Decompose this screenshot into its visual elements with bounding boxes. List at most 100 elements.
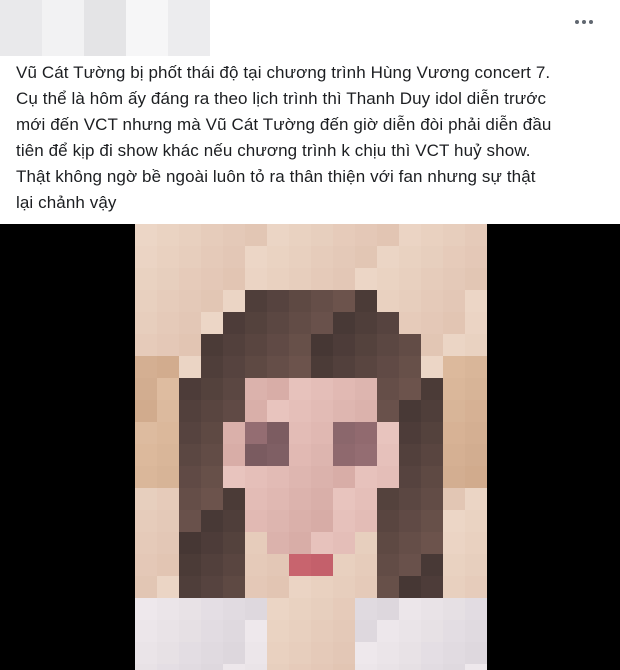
mosaic-pixel: [443, 488, 465, 510]
mosaic-pixel: [421, 642, 443, 664]
mosaic-pixel: [267, 642, 289, 664]
mosaic-pixel: [443, 444, 465, 466]
post-video[interactable]: [0, 224, 620, 670]
mosaic-pixel: [421, 334, 443, 356]
mosaic-pixel: [201, 532, 223, 554]
mosaic-pixel: [267, 554, 289, 576]
mosaic-pixel: [399, 488, 421, 510]
mosaic-pixel: [465, 598, 487, 620]
mosaic-pixel: [355, 290, 377, 312]
mosaic-pixel: [465, 642, 487, 664]
mosaic-pixel: [355, 224, 377, 246]
mosaic-pixel: [135, 246, 157, 268]
mosaic-pixel: [311, 400, 333, 422]
mosaic-pixel: [267, 664, 289, 670]
mosaic-pixel: [377, 422, 399, 444]
more-options-button[interactable]: [570, 12, 598, 32]
mosaic-pixel: [465, 268, 487, 290]
mosaic-pixel: [355, 400, 377, 422]
mosaic-pixel: [311, 224, 333, 246]
mosaic-pixel: [399, 620, 421, 642]
mosaic-pixel: [135, 290, 157, 312]
mosaic-pixel: [399, 554, 421, 576]
mosaic-pixel: [135, 224, 157, 246]
mosaic-pixel: [355, 532, 377, 554]
mosaic-pixel: [179, 642, 201, 664]
mosaic-pixel: [333, 246, 355, 268]
mosaic-pixel: [289, 598, 311, 620]
facebook-post: Vũ Cát Tường bị phốt thái độ tại chương …: [0, 0, 620, 670]
mosaic-pixel: [179, 576, 201, 598]
pixelated-video-frame: [135, 224, 487, 670]
mosaic-pixel: [465, 422, 487, 444]
mosaic-pixel: [465, 246, 487, 268]
mosaic-pixel: [355, 510, 377, 532]
mosaic-pixel: [289, 642, 311, 664]
mosaic-pixel: [245, 532, 267, 554]
mosaic-pixel: [201, 400, 223, 422]
mosaic-pixel: [311, 290, 333, 312]
mosaic-pixel: [311, 664, 333, 670]
mosaic-pixel: [289, 246, 311, 268]
mosaic-pixel: [355, 422, 377, 444]
mosaic-pixel: [311, 554, 333, 576]
post-text: Vũ Cát Tường bị phốt thái độ tại chương …: [16, 63, 552, 212]
mosaic-pixel: [201, 598, 223, 620]
mosaic-pixel: [267, 466, 289, 488]
mosaic-pixel: [179, 444, 201, 466]
mosaic-pixel: [421, 378, 443, 400]
mosaic-pixel: [355, 246, 377, 268]
mosaic-pixel: [201, 510, 223, 532]
mosaic-pixel: [333, 642, 355, 664]
pixelated-author-header: [0, 0, 210, 56]
mosaic-pixel: [443, 356, 465, 378]
mosaic-pixel: [311, 466, 333, 488]
mosaic-pixel: [443, 268, 465, 290]
mosaic-pixel: [223, 378, 245, 400]
mosaic-pixel: [333, 576, 355, 598]
mosaic-pixel: [333, 664, 355, 670]
mosaic-pixel: [355, 356, 377, 378]
mosaic-pixel: [267, 290, 289, 312]
mosaic-pixel: [289, 356, 311, 378]
mosaic-pixel: [245, 378, 267, 400]
mosaic-pixel: [355, 378, 377, 400]
mosaic-pixel: [399, 510, 421, 532]
mosaic-pixel: [443, 290, 465, 312]
mosaic-pixel: [399, 576, 421, 598]
mosaic-pixel: [245, 268, 267, 290]
mosaic-pixel: [267, 532, 289, 554]
mosaic-pixel: [443, 576, 465, 598]
pixel-block: [168, 0, 210, 56]
mosaic-pixel: [179, 378, 201, 400]
mosaic-pixel: [377, 444, 399, 466]
mosaic-pixel: [223, 400, 245, 422]
mosaic-pixel: [223, 554, 245, 576]
mosaic-pixel: [289, 400, 311, 422]
mosaic-pixel: [465, 488, 487, 510]
mosaic-pixel: [399, 378, 421, 400]
mosaic-pixel: [267, 400, 289, 422]
mosaic-pixel: [179, 290, 201, 312]
mosaic-pixel: [157, 246, 179, 268]
mosaic-pixel: [355, 268, 377, 290]
mosaic-pixel: [421, 532, 443, 554]
mosaic-pixel: [179, 488, 201, 510]
mosaic-pixel: [377, 598, 399, 620]
mosaic-pixel: [377, 268, 399, 290]
mosaic-pixel: [157, 268, 179, 290]
mosaic-pixel: [223, 444, 245, 466]
mosaic-pixel: [179, 356, 201, 378]
mosaic-pixel: [267, 224, 289, 246]
mosaic-pixel: [223, 510, 245, 532]
mosaic-pixel: [333, 400, 355, 422]
mosaic-pixel: [135, 510, 157, 532]
mosaic-pixel: [267, 246, 289, 268]
mosaic-pixel: [289, 378, 311, 400]
mosaic-pixel: [223, 664, 245, 670]
mosaic-pixel: [311, 598, 333, 620]
mosaic-pixel: [223, 532, 245, 554]
mosaic-pixel: [333, 312, 355, 334]
mosaic-pixel: [289, 268, 311, 290]
mosaic-pixel: [443, 532, 465, 554]
